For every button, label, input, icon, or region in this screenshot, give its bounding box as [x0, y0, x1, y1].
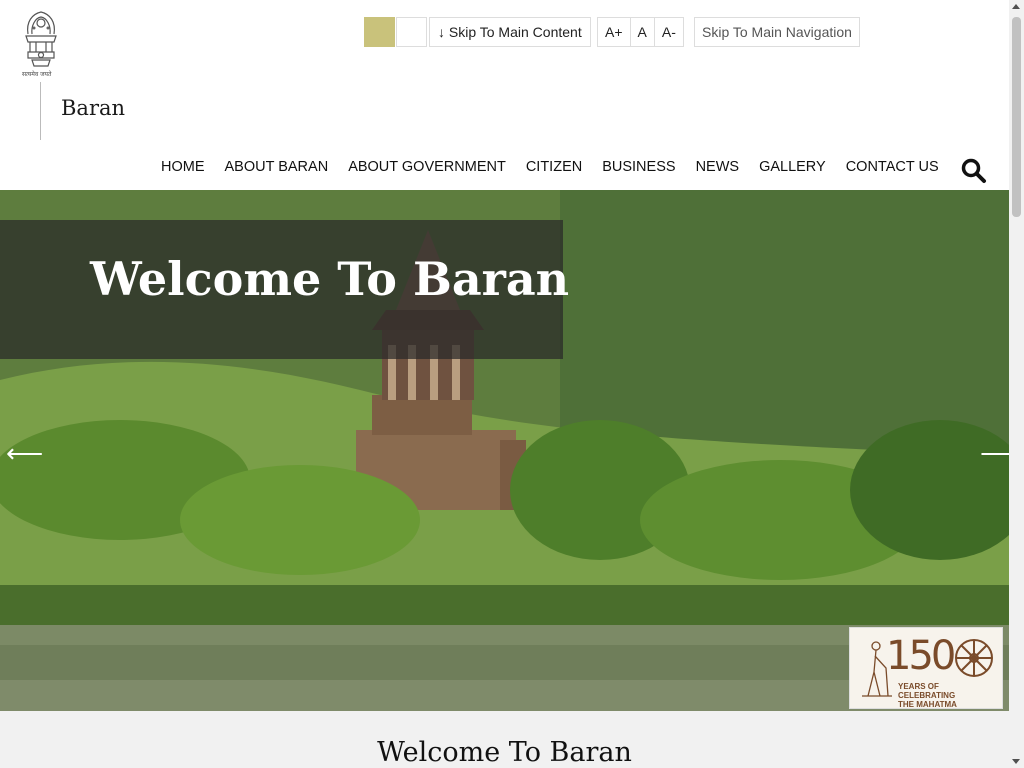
nav-item-gallery[interactable]: GALLERY — [749, 155, 836, 179]
contrast-swatch-white[interactable] — [396, 17, 427, 47]
skip-to-main-navigation-link[interactable]: Skip To Main Navigation — [694, 17, 860, 47]
page-scrollbar[interactable] — [1009, 0, 1024, 768]
font-increase-button[interactable]: A+ — [598, 18, 631, 46]
font-normal-button[interactable]: A — [631, 18, 655, 46]
font-decrease-button[interactable]: A- — [655, 18, 683, 46]
slider-next-arrow-icon[interactable]: ⟶ — [980, 440, 1009, 466]
nav-item-news[interactable]: NEWS — [686, 155, 750, 179]
badge-text-line-3: THE MAHATMA — [898, 700, 957, 709]
gandhi-150-badge[interactable]: 150 YEARS OF CELEBRATING THE MAHATMA — [849, 627, 1003, 709]
scroll-up-arrow-icon[interactable] — [1012, 4, 1020, 9]
scroll-down-arrow-icon[interactable] — [1012, 759, 1020, 764]
nav-item-about-baran[interactable]: ABOUT BARAN — [215, 155, 339, 179]
font-size-controls: A+ A A- — [597, 17, 684, 47]
nav-item-home[interactable]: HOME — [151, 155, 215, 179]
welcome-section: Welcome To Baran — [0, 711, 1009, 768]
charkha-wheel-icon — [955, 639, 993, 677]
nav-item-about-government[interactable]: ABOUT GOVERNMENT — [338, 155, 516, 179]
slider-prev-arrow-icon[interactable]: ⟵ — [6, 440, 43, 466]
section-title: Welcome To Baran — [377, 737, 632, 768]
badge-number: 150 — [886, 633, 956, 679]
hero-slider: Welcome To Baran ⟵ ⟶ 150 YEARS OF CELEBR… — [0, 190, 1009, 711]
nav-item-contact-us[interactable]: CONTACT US — [836, 155, 949, 179]
contrast-swatch-gold[interactable] — [364, 17, 395, 47]
search-icon[interactable] — [961, 158, 987, 184]
main-navigation: HOME ABOUT BARAN ABOUT GOVERNMENT CITIZE… — [151, 155, 949, 179]
scrollbar-thumb[interactable] — [1012, 17, 1021, 217]
nav-item-business[interactable]: BUSINESS — [592, 155, 685, 179]
nav-item-citizen[interactable]: CITIZEN — [516, 155, 592, 179]
site-header: सत्यमेव जयते Baran ↓ Skip To Main Conten… — [0, 0, 1009, 190]
slide-caption: Welcome To Baran — [90, 252, 570, 306]
badge-text-line-1: YEARS OF — [898, 682, 939, 691]
badge-text-line-2: CELEBRATING — [898, 691, 956, 700]
site-name[interactable]: Baran — [61, 96, 125, 120]
skip-to-main-content-link[interactable]: ↓ Skip To Main Content — [429, 17, 591, 47]
divider — [40, 82, 41, 140]
emblem-motto: सत्यमेव जयते — [22, 71, 52, 78]
